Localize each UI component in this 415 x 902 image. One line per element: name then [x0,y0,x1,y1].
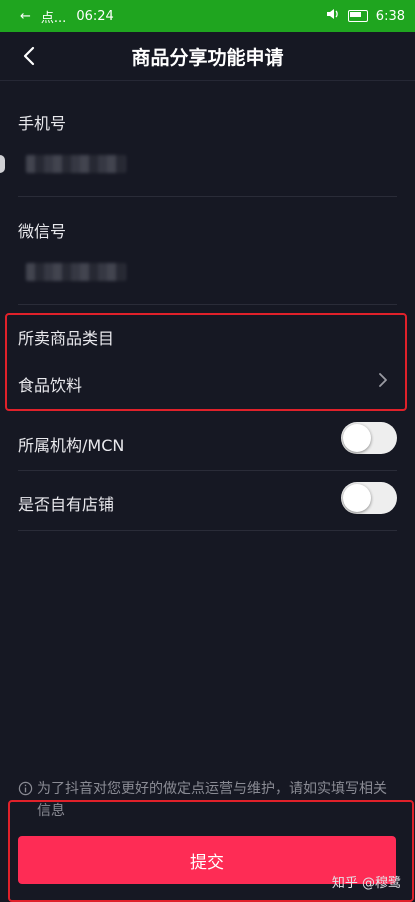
mcn-label: 所属机构/MCN [18,436,125,455]
wechat-label: 微信号 [18,222,67,241]
back-icon [23,46,35,66]
nav-bar: 商品分享功能申请 [0,32,415,81]
category-selector[interactable]: 食品饮料 [10,362,400,398]
divider [18,470,397,471]
toggle-knob [343,424,371,452]
battery-icon [347,10,368,22]
divider [18,304,397,305]
edge-handle [0,155,5,173]
own-store-label: 是否自有店铺 [18,495,115,514]
toggle-knob [343,484,371,512]
info-icon [18,781,33,796]
mcn-toggle[interactable] [341,422,397,454]
status-time-left: 06:24 [76,8,114,24]
category-label: 所卖商品类目 [18,329,115,348]
own-store-toggle[interactable] [341,482,397,514]
status-back-icon: ← [20,8,31,24]
status-carrier: 点... [40,10,67,26]
divider [18,196,397,197]
status-bar: ← 点... 06:24 6:38 [0,0,415,32]
phone-label: 手机号 [18,114,67,133]
watermark: 知乎 @穆鹭 [331,876,401,891]
phone-field[interactable] [26,155,126,173]
status-time-right: 6:38 [375,8,405,24]
divider [18,530,397,531]
page-title: 商品分享功能申请 [131,46,284,69]
wechat-field[interactable] [26,263,126,281]
back-button[interactable] [16,42,42,70]
chevron-right-icon [379,373,387,387]
volume-icon [326,8,340,24]
category-value: 食品饮料 [18,376,83,395]
